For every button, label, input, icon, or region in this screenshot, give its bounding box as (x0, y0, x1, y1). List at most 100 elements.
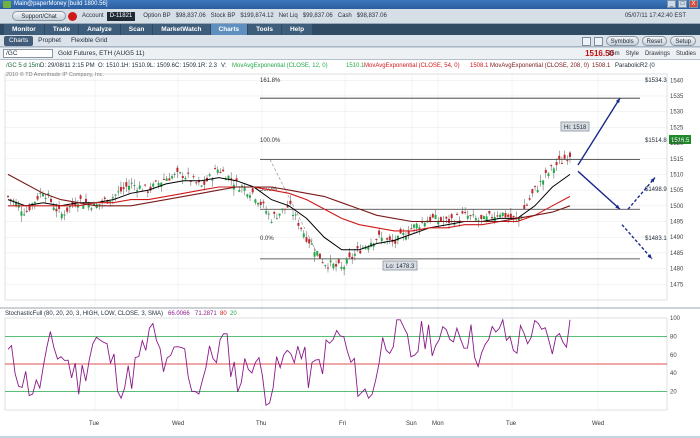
candle-body (531, 189, 534, 194)
record-icon[interactable] (68, 11, 77, 21)
support-chat-button[interactable]: Support/Chat (12, 11, 66, 21)
candle-body (560, 162, 563, 164)
candle-body (146, 191, 149, 193)
y-tick-label: 1540 (670, 78, 684, 84)
projection-arrow-rebound (627, 177, 656, 210)
series-line-movavgexponential-close-12-0- (7, 173, 571, 251)
minimize-button[interactable]: _ (667, 0, 676, 8)
candle-body (111, 197, 114, 199)
grid-icon[interactable] (593, 36, 603, 46)
y-tick-label: 1520 (670, 141, 684, 147)
cash-value: $98,837.06 (356, 13, 387, 19)
x-tick-label: Sun (406, 421, 417, 427)
candle-body (273, 211, 276, 214)
candle-body (133, 185, 136, 187)
candle-body (41, 193, 44, 197)
candle-body (66, 207, 69, 212)
y-tick-label: 1525 (670, 125, 684, 131)
candle-body (378, 230, 381, 235)
candle-body (238, 189, 241, 192)
candle-body (415, 223, 418, 229)
candle-body (275, 218, 278, 220)
tab-marketwatch[interactable]: MarketWatch (153, 24, 210, 35)
style-button[interactable]: Style (626, 51, 639, 57)
symbol-bar: /GC Gold Futures, ETH (AUG5 11) 1516.50 … (0, 48, 700, 60)
candle-body (243, 187, 246, 191)
app-logo-icon (3, 1, 11, 8)
candle-body (456, 213, 459, 215)
price-header-close: C: 1509.1 (175, 63, 202, 69)
candle-body (418, 227, 421, 230)
price-chart[interactable]: /GC 5 d 15m D: 29/08/11 2:15 PM O: 1510.… (0, 60, 700, 436)
price-header-open: O: 1510.1 (98, 63, 125, 69)
candle-body (316, 251, 319, 256)
tab-tools[interactable]: Tools (248, 24, 281, 35)
tab-scan[interactable]: Scan (120, 24, 153, 35)
candle-body (251, 188, 254, 193)
candle-body (302, 233, 305, 238)
ema208-value: 1508.1 (592, 63, 611, 69)
candle-body (343, 267, 346, 270)
candle-body (23, 214, 26, 216)
studies-button[interactable]: Studies (676, 51, 696, 57)
close-button[interactable]: X (689, 0, 698, 8)
subtab-charts[interactable]: Charts (4, 35, 34, 46)
interval-selector[interactable]: 15m (608, 51, 620, 57)
stock-bp-label: Stock BP (210, 13, 236, 19)
candle-body (353, 253, 356, 256)
candle-body (552, 168, 555, 173)
candle-body (84, 198, 87, 202)
x-tick-label: Wed (592, 421, 604, 427)
tab-analyze[interactable]: Analyze (79, 24, 120, 35)
tab-help[interactable]: Help (281, 24, 313, 35)
candle-body (98, 204, 101, 206)
candle-body (44, 198, 47, 200)
layout-icon[interactable] (581, 36, 591, 46)
candle-body (200, 185, 203, 187)
chart-area[interactable]: /GC 5 d 15m D: 29/08/11 2:15 PM O: 1510.… (0, 60, 700, 436)
candle-body (297, 222, 300, 226)
candle-body (50, 198, 53, 203)
stoch-value-3: 80 (220, 311, 227, 317)
candle-body (300, 227, 303, 229)
candle-body (119, 187, 122, 192)
candle-body (318, 253, 321, 259)
subtab-prophet[interactable]: Prophet (33, 36, 66, 46)
candle-body (25, 210, 28, 212)
setup-button[interactable]: Setup (670, 36, 696, 46)
candle-body (55, 208, 58, 212)
stoch-value-4: 20 (230, 311, 237, 317)
candle-body (20, 211, 23, 216)
maximize-button[interactable]: □ (678, 0, 687, 8)
candle-body (388, 236, 391, 240)
symbol-input[interactable]: /GC (3, 49, 53, 58)
drawings-button[interactable]: Drawings (645, 51, 670, 57)
candle-body (335, 264, 338, 267)
reset-button[interactable]: Reset (641, 36, 668, 46)
y-tick-label: 1480 (670, 267, 684, 273)
candle-body (28, 205, 31, 211)
fib-161-label: 161.8% (260, 78, 281, 84)
x-tick-label: Fri (339, 421, 346, 427)
option-bp-label: Option BP (143, 13, 171, 19)
candle-body (569, 152, 571, 157)
candle-body (547, 173, 550, 177)
candle-body (152, 183, 155, 187)
ema54-value: 1508.1 (470, 63, 489, 69)
candle-body (157, 183, 160, 186)
candle-body (144, 184, 147, 186)
y-tick-label: 1500 (670, 204, 684, 210)
candle-body (33, 201, 36, 204)
subtab-flexible-grid[interactable]: Flexible Grid (66, 36, 112, 46)
account-selector[interactable]: D-11821 (106, 11, 136, 21)
tab-charts[interactable]: Charts (210, 24, 248, 35)
candle-body (491, 217, 494, 219)
tab-trade[interactable]: Trade (44, 24, 79, 35)
symbols-button[interactable]: Symbols (605, 36, 639, 46)
stoch-y-tick: 60 (670, 353, 677, 359)
candle-body (542, 180, 545, 185)
candle-body (447, 218, 450, 223)
option-bp-value: $98,837.06 (175, 13, 206, 19)
candle-body (544, 169, 547, 173)
tab-monitor[interactable]: Monitor (4, 24, 44, 35)
